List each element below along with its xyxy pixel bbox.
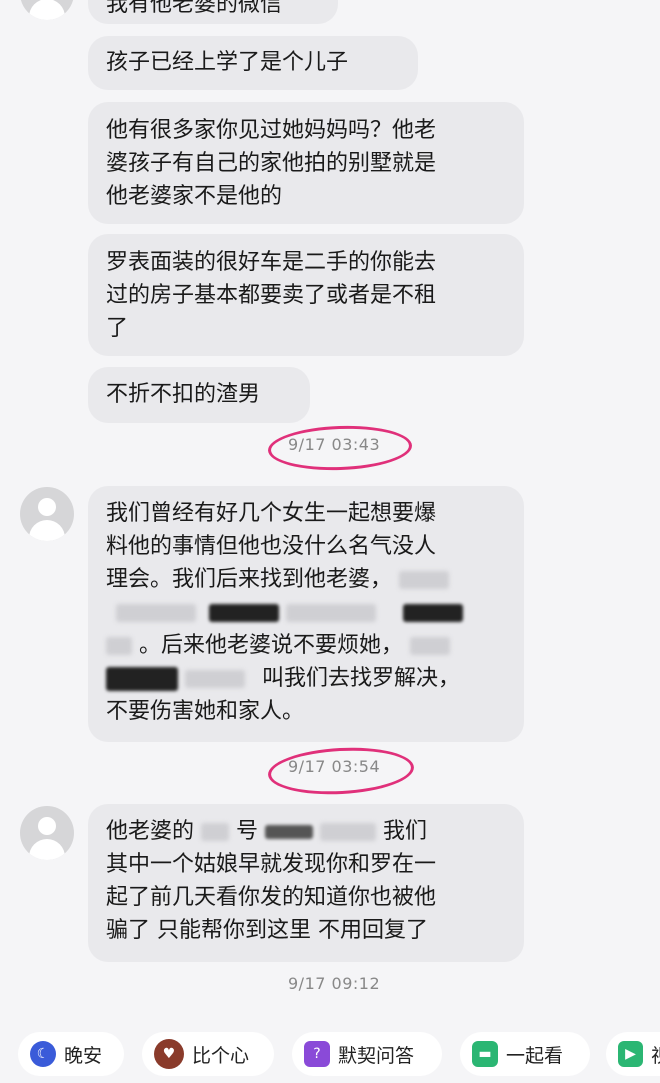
redacted-text xyxy=(265,825,314,839)
message-line: 其中一个姑娘早就发现你和罗在一 xyxy=(106,852,437,877)
message-line: 。后来他老婆说不要烦她， xyxy=(106,629,506,662)
redacted-text xyxy=(209,604,279,622)
message-bubble: 他老婆的 号 我们 其中一个姑娘早就发现你和罗在一 起了前几天看你发的知道你也被… xyxy=(88,804,524,962)
redacted-text xyxy=(185,670,245,688)
message-line xyxy=(106,596,506,629)
message-text: 孩子已经上学了是个儿子 xyxy=(106,50,349,75)
timestamp: 9/17 03:43 xyxy=(288,435,381,454)
question-icon: ? xyxy=(304,1041,330,1067)
redacted-text xyxy=(410,637,451,655)
avatar[interactable] xyxy=(20,487,74,541)
message-bubble: 他有很多家你见过她妈妈吗？他老 婆孩子有自己的家他拍的别墅就是 他老婆家不是他的 xyxy=(88,102,524,224)
timestamp: 9/17 09:12 xyxy=(288,974,381,993)
message-line: 婆孩子有自己的家他拍的别墅就是 xyxy=(106,151,437,176)
quick-action-video[interactable]: ▶ 视 xyxy=(606,1032,660,1076)
message-line: 叫我们去找罗解决， xyxy=(106,662,506,695)
sofa-icon: ▬ xyxy=(472,1041,498,1067)
redacted-text xyxy=(201,823,230,841)
message-line: 他老婆的 号 我们 xyxy=(106,819,428,844)
redacted-text xyxy=(106,637,132,655)
message-bubble: 孩子已经上学了是个儿子 xyxy=(88,36,418,90)
message-line: 起了前几天看你发的知道你也被他 xyxy=(106,885,437,910)
redacted-text xyxy=(286,604,376,622)
redacted-text xyxy=(403,604,463,622)
message-line: 过的房子基本都要卖了或者是不租 xyxy=(106,283,437,308)
redacted-text xyxy=(399,571,450,589)
video-icon: ▶ xyxy=(618,1041,643,1067)
avatar[interactable] xyxy=(20,0,74,20)
message-line: 骗了 只能帮你到这里 不用回复了 xyxy=(106,918,428,943)
redacted-text xyxy=(320,823,377,841)
quick-action-watch-together[interactable]: ▬ 一起看 xyxy=(460,1032,590,1076)
message-line: 他老婆家不是他的 xyxy=(106,184,283,209)
message-line: 了 xyxy=(106,316,129,341)
message-bubble: 罗表面装的很好车是二手的你能去 过的房子基本都要卖了或者是不租 了 xyxy=(88,234,524,356)
message-text: 我有他老婆的微信 xyxy=(106,0,283,17)
message-bubble: 我们曾经有好几个女生一起想要爆 料他的事情但他也没什么名气没人 理会。我们后来找… xyxy=(88,486,524,742)
quick-action-quiz[interactable]: ? 默契问答 xyxy=(292,1032,442,1076)
quick-action-bar: ☾ 晚安 ♥ 比个心 ? 默契问答 ▬ 一起看 ▶ 视 xyxy=(0,1022,660,1083)
quick-action-goodnight[interactable]: ☾ 晚安 xyxy=(18,1032,124,1076)
message-bubble: 不折不扣的渣男 xyxy=(88,367,310,423)
message-line: 理会。我们后来找到他老婆， xyxy=(106,563,506,596)
message-line: 他有很多家你见过她妈妈吗？他老 xyxy=(106,118,437,143)
avatar-heart-icon: ♥ xyxy=(154,1039,184,1069)
redacted-text xyxy=(106,667,178,691)
quick-action-heart[interactable]: ♥ 比个心 xyxy=(142,1032,274,1076)
message-line: 罗表面装的很好车是二手的你能去 xyxy=(106,250,437,275)
message-bubble-partial: 我有他老婆的微信 xyxy=(88,0,338,24)
timestamp: 9/17 03:54 xyxy=(288,757,381,776)
redacted-text xyxy=(116,604,196,622)
avatar[interactable] xyxy=(20,806,74,860)
message-text: 不折不扣的渣男 xyxy=(106,382,261,407)
moon-icon: ☾ xyxy=(30,1041,56,1067)
message-line: 料他的事情但他也没什么名气没人 xyxy=(106,534,437,559)
message-line: 我们曾经有好几个女生一起想要爆 xyxy=(106,501,437,526)
message-line: 不要伤害她和家人。 xyxy=(106,699,305,724)
